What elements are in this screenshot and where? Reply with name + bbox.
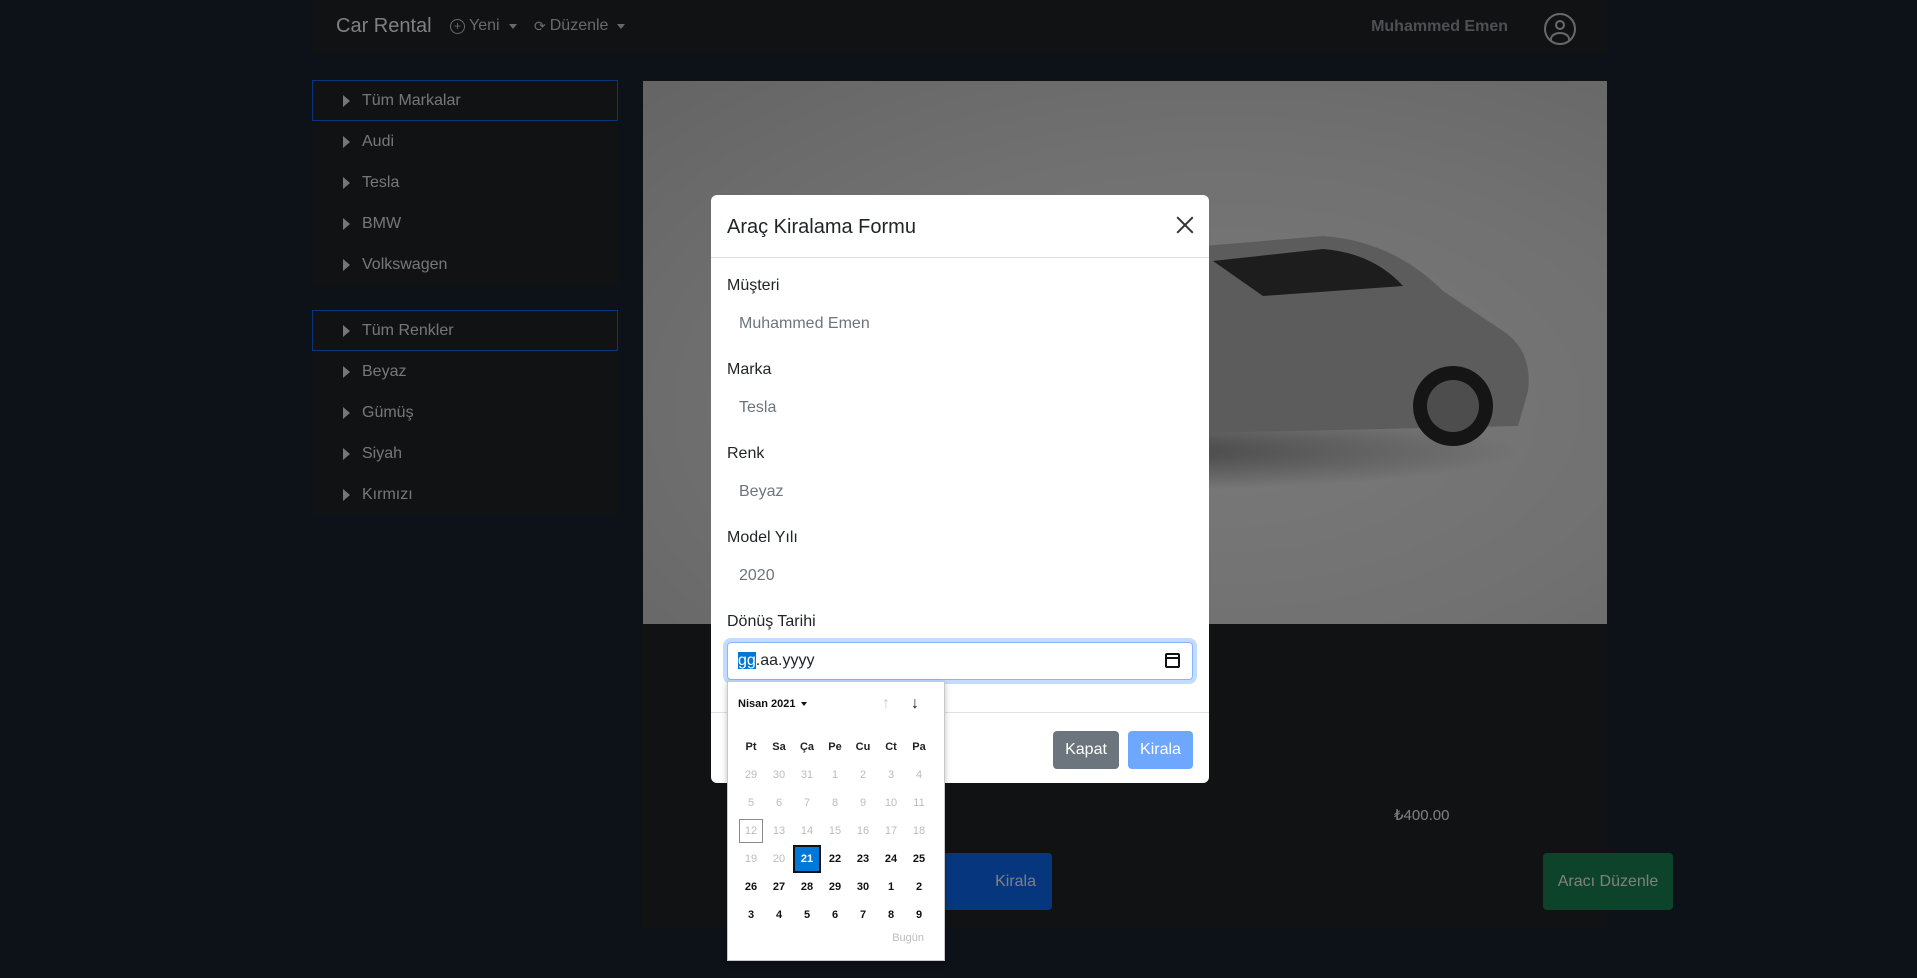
- calendar-day[interactable]: 25: [905, 845, 933, 873]
- calendar-day[interactable]: 2: [905, 873, 933, 901]
- calendar-day[interactable]: 9: [905, 901, 933, 929]
- calendar-day: 8: [831, 797, 839, 809]
- calendar-day: 29: [744, 769, 758, 781]
- calendar-day[interactable]: 6: [821, 901, 849, 929]
- calendar-day[interactable]: 8: [877, 901, 905, 929]
- customer-field: Muhammed Emen: [739, 315, 870, 332]
- rent-button[interactable]: Kirala: [1128, 731, 1193, 769]
- calendar-day: 10: [884, 797, 898, 809]
- calendar-day[interactable]: 28: [793, 873, 821, 901]
- weekday-header: Pe: [828, 741, 842, 753]
- weekday-header: Sa: [772, 741, 786, 753]
- weekday-header: Ct: [885, 741, 897, 753]
- return-date-label: Dönüş Tarihi: [727, 613, 816, 630]
- calendar-day[interactable]: 23: [849, 845, 877, 873]
- close-icon[interactable]: [1175, 215, 1195, 235]
- year-label: Model Yılı: [727, 529, 798, 546]
- month-selector[interactable]: Nisan 2021: [738, 698, 808, 710]
- calendar-day: 13: [772, 825, 786, 837]
- calendar-day: 11: [913, 797, 925, 809]
- date-day-segment[interactable]: gg: [738, 652, 756, 669]
- calendar-day: 12: [737, 817, 765, 845]
- date-input-text: gg.aa.yyyy: [738, 652, 814, 670]
- customer-label: Müşteri: [727, 277, 780, 294]
- calendar-day[interactable]: 22: [821, 845, 849, 873]
- calendar-day: 30: [772, 769, 786, 781]
- calendar-day: 2: [859, 769, 867, 781]
- calendar-day[interactable]: 26: [737, 873, 765, 901]
- year-field: 2020: [739, 567, 775, 584]
- date-rest-segment[interactable]: .aa.yyyy: [756, 652, 815, 669]
- calendar-day: 17: [884, 825, 898, 837]
- close-button[interactable]: Kapat: [1053, 731, 1119, 769]
- calendar-day[interactable]: 4: [765, 901, 793, 929]
- calendar-day[interactable]: 24: [877, 845, 905, 873]
- calendar-day[interactable]: 30: [849, 873, 877, 901]
- calendar-day[interactable]: 27: [765, 873, 793, 901]
- calendar-day: 15: [828, 825, 842, 837]
- calendar-icon[interactable]: [1165, 653, 1180, 668]
- brand-label: Marka: [727, 361, 772, 378]
- modal-header: Araç Kiralama Formu: [711, 195, 1209, 258]
- month-label: Nisan 2021: [738, 698, 796, 710]
- calendar-day: 4: [915, 769, 923, 781]
- calendar-day: 31: [800, 769, 814, 781]
- calendar-day[interactable]: 5: [793, 901, 821, 929]
- weekday-header: Pt: [745, 741, 757, 753]
- calendar-day: 14: [800, 825, 814, 837]
- calendar-day: 5: [747, 797, 755, 809]
- return-date-input[interactable]: gg.aa.yyyy: [727, 642, 1193, 680]
- calendar-day[interactable]: 3: [737, 901, 765, 929]
- brand-field: Tesla: [739, 399, 777, 416]
- calendar-day: 7: [803, 797, 811, 809]
- arrow-down-icon[interactable]: ↓: [907, 696, 923, 712]
- calendar-day[interactable]: 7: [849, 901, 877, 929]
- arrow-up-icon[interactable]: ↑: [878, 696, 894, 712]
- today-link[interactable]: Bugün: [892, 932, 924, 944]
- date-picker-popup: Nisan 2021 ↑ ↓ Pt Sa Ça Pe Cu Ct Pa 29 30 31 1 2 3 4 5…: [727, 681, 945, 961]
- color-label: Renk: [727, 445, 765, 462]
- calendar-day[interactable]: 21: [793, 845, 821, 873]
- calendar-day: 9: [859, 797, 867, 809]
- calendar-day[interactable]: 1: [877, 873, 905, 901]
- calendar-day: 6: [775, 797, 783, 809]
- weekday-header: Pa: [912, 741, 926, 753]
- weekday-header: Cu: [855, 741, 871, 753]
- calendar-day: 16: [856, 825, 870, 837]
- calendar-grid: Pt Sa Ça Pe Cu Ct Pa 29 30 31 1 2 3 4 5 6 7 8 9 10 11 12 13 14 1…: [737, 733, 933, 929]
- weekday-header: Ça: [799, 741, 815, 753]
- modal-title: Araç Kiralama Formu: [727, 216, 916, 238]
- calendar-day: 1: [831, 769, 839, 781]
- color-field: Beyaz: [739, 483, 784, 500]
- calendar-day: 19: [744, 853, 758, 865]
- calendar-day[interactable]: 29: [821, 873, 849, 901]
- calendar-day: 20: [772, 853, 786, 865]
- chevron-down-icon: [801, 702, 808, 706]
- calendar-day: 18: [912, 825, 926, 837]
- calendar-day: 3: [887, 769, 895, 781]
